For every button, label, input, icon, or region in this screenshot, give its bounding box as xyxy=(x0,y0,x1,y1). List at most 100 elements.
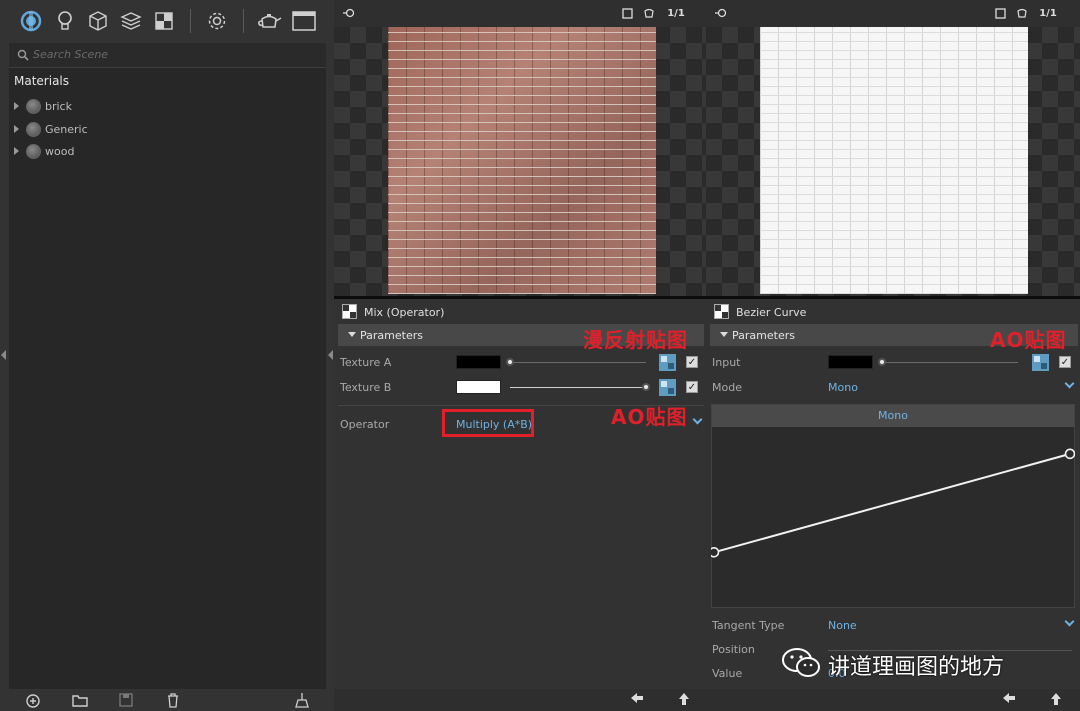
tree-item-generic[interactable]: Generic xyxy=(12,120,312,140)
input-label: Input xyxy=(712,356,741,369)
mix-operator-panel: Mix (Operator) Parameters 漫反射贴图 Texture … xyxy=(334,299,706,689)
texture-a-slider-knob[interactable] xyxy=(506,358,514,366)
cube-icon[interactable] xyxy=(85,8,111,34)
search-input[interactable]: Search Scene xyxy=(33,48,108,61)
tangent-type-dropdown[interactable]: None xyxy=(828,619,857,632)
bottom-bar xyxy=(334,689,1080,711)
operator-dropdown[interactable]: Multiply (A*B) xyxy=(456,418,532,431)
texture-a-checkbox[interactable]: ✓ xyxy=(686,356,698,368)
curve-channel-header[interactable]: Mono xyxy=(712,405,1074,427)
texture-b-slider-knob[interactable] xyxy=(642,383,650,391)
input-slider-knob[interactable] xyxy=(878,358,886,366)
tree-item-brick[interactable]: brick xyxy=(12,97,312,117)
teapot-icon[interactable] xyxy=(1015,6,1029,20)
position-label: Position xyxy=(712,643,755,656)
watermark-text: 讲道理画图的地方 xyxy=(828,655,1005,680)
tree-item-wood[interactable]: wood xyxy=(12,142,312,162)
panel-title: Bezier Curve xyxy=(736,306,807,319)
tree-item-label: wood xyxy=(45,145,75,158)
scene-icon[interactable] xyxy=(18,8,44,34)
pin-icon[interactable] xyxy=(342,6,356,20)
input-checkbox[interactable]: ✓ xyxy=(1059,356,1071,368)
expand-arrow-icon[interactable] xyxy=(14,125,19,133)
curve-end-handle[interactable] xyxy=(1064,448,1075,460)
viewport-left-header: 1/1 xyxy=(334,0,706,27)
pin-icon[interactable] xyxy=(714,6,728,20)
materials-heading: Materials xyxy=(14,74,70,88)
annotation-ao-map: AO贴图 xyxy=(990,328,1067,352)
material-sphere-icon xyxy=(26,122,41,137)
search-bar[interactable]: Search Scene xyxy=(9,43,326,68)
texture-b-slider[interactable] xyxy=(510,387,646,388)
ao-texture-preview xyxy=(760,27,1028,294)
trash-icon[interactable] xyxy=(164,691,182,709)
mode-dropdown[interactable]: Mono xyxy=(828,381,858,394)
material-sphere-icon xyxy=(26,99,41,114)
scene-footer xyxy=(9,689,326,711)
arrow-left-icon[interactable] xyxy=(1002,692,1016,708)
texture-a-color-swatch[interactable] xyxy=(456,355,501,369)
brick-texture-preview xyxy=(388,27,656,294)
tangent-type-label: Tangent Type xyxy=(712,619,785,632)
square-icon[interactable] xyxy=(620,6,634,20)
add-icon[interactable] xyxy=(24,691,42,709)
arrow-up-icon[interactable] xyxy=(678,692,690,710)
panel-title: Mix (Operator) xyxy=(364,306,445,319)
search-icon xyxy=(17,49,29,61)
input-color-swatch[interactable] xyxy=(828,355,873,369)
toolbar-divider xyxy=(190,9,191,33)
curve-line[interactable] xyxy=(713,452,1071,554)
square-icon[interactable] xyxy=(993,6,1007,20)
curve-channel-label: Mono xyxy=(878,409,908,422)
light-bulb-icon[interactable] xyxy=(52,8,78,34)
layers-icon[interactable] xyxy=(118,8,144,34)
node-icon xyxy=(342,304,357,319)
collapse-triangle-icon xyxy=(348,332,356,337)
viewport-right-header: 1/1 xyxy=(706,0,1080,27)
texture-a-slider[interactable] xyxy=(510,362,646,363)
window-icon[interactable] xyxy=(291,8,317,34)
save-icon[interactable] xyxy=(117,691,135,709)
broom-icon[interactable] xyxy=(293,691,311,709)
collapse-panel-icon[interactable] xyxy=(328,350,333,360)
section-label: Parameters xyxy=(360,329,423,342)
main-toolbar xyxy=(0,0,334,42)
texture-b-color-swatch[interactable] xyxy=(456,380,501,394)
zoom-ratio[interactable]: 1/1 xyxy=(1036,6,1060,20)
texture-a-map-button[interactable] xyxy=(659,354,676,371)
curve-plot[interactable] xyxy=(711,427,1075,608)
teapot-icon[interactable] xyxy=(256,8,282,34)
gear-icon[interactable] xyxy=(204,8,230,34)
texture-b-label: Texture B xyxy=(340,381,392,394)
texture-a-label: Texture A xyxy=(340,356,392,369)
tree-item-label: brick xyxy=(45,100,72,113)
expand-arrow-icon[interactable] xyxy=(14,147,19,155)
node-icon xyxy=(714,304,729,319)
arrow-up-icon[interactable] xyxy=(1050,692,1062,710)
collapse-triangle-icon xyxy=(720,332,728,337)
expand-arrow-icon[interactable] xyxy=(14,102,19,110)
curve-start-handle[interactable] xyxy=(711,547,720,558)
zoom-ratio[interactable]: 1/1 xyxy=(664,6,688,20)
texture-icon[interactable] xyxy=(151,8,177,34)
wechat-logo-icon xyxy=(782,648,820,677)
texture-b-map-button[interactable] xyxy=(659,379,676,396)
input-slider[interactable] xyxy=(882,362,1018,363)
chevron-down-icon[interactable] xyxy=(1064,378,1075,389)
chevron-down-icon[interactable] xyxy=(692,414,703,425)
input-map-button[interactable] xyxy=(1032,354,1049,371)
operator-label: Operator xyxy=(340,418,390,431)
tree-item-label: Generic xyxy=(45,123,88,136)
annotation-diffuse-map: 漫反射贴图 xyxy=(583,328,688,352)
chevron-down-icon[interactable] xyxy=(1064,616,1075,627)
material-sphere-icon xyxy=(26,144,41,159)
folder-open-icon[interactable] xyxy=(71,691,89,709)
toolbar-divider xyxy=(243,9,244,33)
mode-label: Mode xyxy=(712,381,742,394)
watermark: 讲道理画图的地方 xyxy=(780,645,1075,681)
arrow-left-icon[interactable] xyxy=(630,692,644,708)
teapot-icon[interactable] xyxy=(642,6,656,20)
collapse-left-icon[interactable] xyxy=(1,350,6,360)
texture-b-checkbox[interactable]: ✓ xyxy=(686,381,698,393)
value-label: Value xyxy=(712,667,743,680)
